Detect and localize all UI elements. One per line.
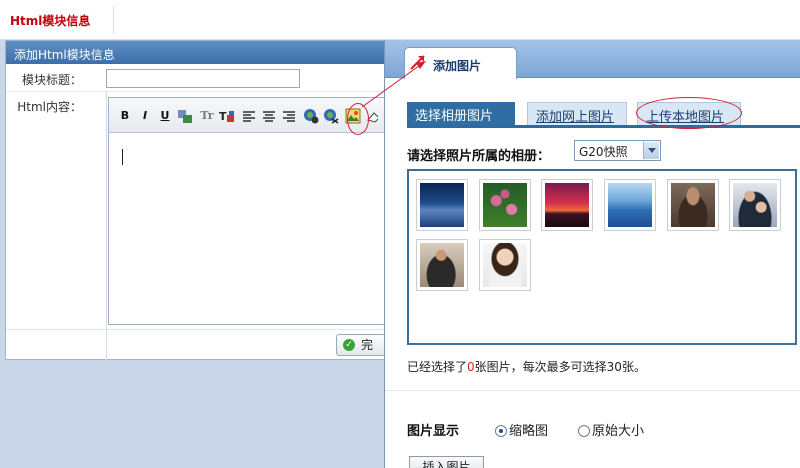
check-icon: ✓ xyxy=(343,339,355,351)
chevron-down-icon[interactable] xyxy=(643,142,659,159)
title-label: 模块标题： xyxy=(21,73,82,87)
album-label: 请选择照片所属的相册： xyxy=(407,149,551,164)
selection-max: 30 xyxy=(606,360,622,374)
image-button-highlight xyxy=(347,103,369,135)
photo-thumb[interactable] xyxy=(667,179,719,231)
top-bar-divider xyxy=(113,6,114,34)
svg-text:T: T xyxy=(219,110,227,123)
done-button-label: 完 xyxy=(361,338,374,352)
unlink-icon[interactable] xyxy=(323,108,339,124)
html-editor: B I U Tr T xyxy=(108,97,388,325)
form-panel-header: 添加Html模块信息 xyxy=(6,41,384,64)
format-icon[interactable]: T xyxy=(219,108,235,124)
module-form-panel: 添加Html模块信息 模块标题： Html内容： B I U Tr T ✓ 完 xyxy=(5,40,388,360)
form-footer: ✓ 完 xyxy=(6,329,386,360)
dialog-title: 添加图片 xyxy=(433,59,482,73)
photo-thumb[interactable] xyxy=(729,179,781,231)
label-column-divider xyxy=(106,92,107,360)
italic-button[interactable]: I xyxy=(137,108,153,124)
insert-image-button[interactable]: 插入图片 xyxy=(409,456,484,468)
dialog-divider xyxy=(385,390,800,391)
selection-info-mid: 张图片，每次最多可选择 xyxy=(474,360,607,374)
photo-grid xyxy=(407,169,797,345)
insert-image-dialog: 添加图片 选择相册图片 添加网上图片 上传本地图片 请选择照片所属的相册： G2… xyxy=(384,40,800,468)
editor-toolbar: B I U Tr T xyxy=(109,98,387,133)
photo-thumb[interactable] xyxy=(541,179,593,231)
top-bar: Html模块信息 xyxy=(0,0,800,40)
photo-thumb[interactable] xyxy=(479,239,531,291)
align-center-icon[interactable] xyxy=(261,108,277,124)
tab-album-images[interactable]: 选择相册图片 xyxy=(407,102,515,125)
radio-selected-icon xyxy=(495,425,507,437)
done-button[interactable]: ✓ 完 xyxy=(336,334,386,356)
album-select[interactable]: G20快照 xyxy=(574,140,661,161)
title-row: 模块标题： xyxy=(6,64,384,92)
display-label: 图片显示 xyxy=(407,424,460,439)
selection-info-suffix: 张。 xyxy=(621,360,646,374)
dialog-tab-add-image[interactable]: 添加图片 xyxy=(404,47,517,79)
upload-tab-highlight xyxy=(636,97,742,129)
flowers-thumb xyxy=(483,183,527,227)
align-right-icon[interactable] xyxy=(281,108,297,124)
display-original-label: 原始大小 xyxy=(592,424,645,439)
editor-content-area[interactable] xyxy=(109,133,387,324)
selection-info-prefix: 已经选择了 xyxy=(407,360,468,374)
selection-info: 已经选择了0张图片，每次最多可选择30张。 xyxy=(407,358,646,375)
dialog-header: 添加图片 xyxy=(385,40,800,79)
bold-button[interactable]: B xyxy=(117,108,133,124)
woman-portrait-thumb xyxy=(483,243,527,287)
font-color-icon[interactable] xyxy=(177,108,193,124)
blue-mountains-thumb xyxy=(608,183,652,227)
underline-button[interactable]: U xyxy=(157,108,173,124)
photo-thumb[interactable] xyxy=(416,239,468,291)
sunset-thumb xyxy=(545,183,589,227)
page-title: Html模块信息 xyxy=(10,14,91,28)
couple-thumb xyxy=(733,183,777,227)
selection-count: 0 xyxy=(467,360,475,374)
arrow-icon xyxy=(410,55,425,70)
display-thumbnail-radio[interactable]: 缩略图 xyxy=(495,420,548,439)
photo-thumb[interactable] xyxy=(479,179,531,231)
radio-empty-icon xyxy=(578,425,590,437)
link-icon[interactable] xyxy=(303,108,319,124)
photo-thumb[interactable] xyxy=(604,179,656,231)
tab-web-images[interactable]: 添加网上图片 xyxy=(527,102,627,125)
module-title-input[interactable] xyxy=(106,69,300,88)
font-size-button[interactable]: Tr xyxy=(199,108,215,124)
display-thumbnail-label: 缩略图 xyxy=(509,424,549,439)
align-left-icon[interactable] xyxy=(241,108,257,124)
blue-waves-thumb xyxy=(420,183,464,227)
display-original-radio[interactable]: 原始大小 xyxy=(578,420,644,439)
man-portrait-thumb xyxy=(671,183,715,227)
album-select-value: G20快照 xyxy=(579,145,628,159)
photo-thumb[interactable] xyxy=(416,179,468,231)
content-label: Html内容： xyxy=(17,100,82,114)
text-caret xyxy=(122,149,123,165)
speaker-thumb xyxy=(420,243,464,287)
